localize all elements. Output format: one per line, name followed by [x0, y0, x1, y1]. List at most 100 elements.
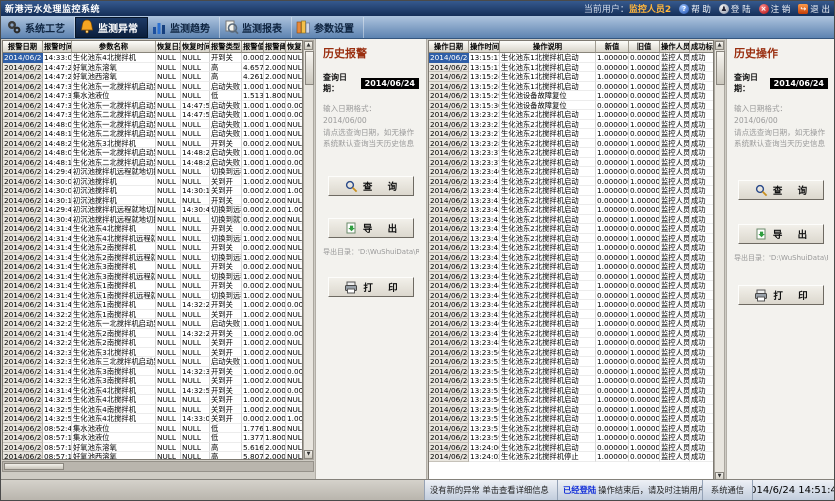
- table-cell[interactable]: 1.000000: [629, 253, 660, 263]
- table-row[interactable]: 2014/06/2414:48:25生化池东3北搅拌机NULLNULL开到关0.…: [3, 139, 302, 149]
- table-cell[interactable]: 生化池东4北搅拌机: [72, 386, 156, 396]
- table-cell[interactable]: 成功: [690, 253, 714, 263]
- table-row[interactable]: 2014/06/2413:23:41生化池东2北搅拌机启动0.0000001.0…: [429, 177, 713, 187]
- table-row[interactable]: 2014/06/2414:31:45生化池东2南搅拌机远程就地切换NULLNUL…: [3, 253, 302, 263]
- table-row[interactable]: 2014/06/2413:23:43生化池东2北搅拌机启动1.0000000.0…: [429, 262, 713, 272]
- table-cell[interactable]: 成功: [690, 243, 714, 253]
- table-cell[interactable]: 0.000000: [596, 120, 629, 130]
- table-row[interactable]: 2014/06/2413:23:56生化池东2北搅拌机启动1.0000000.0…: [429, 395, 713, 405]
- table-row[interactable]: 2014/06/2413:23:43生化池东2北搅拌机启动1.0000000.0…: [429, 243, 713, 253]
- table-row[interactable]: 2014/06/2414:32:35生化池东3南搅拌机NULLNULL关到开1.…: [3, 376, 302, 386]
- tab-parameter-settings[interactable]: 参数设置: [292, 17, 364, 38]
- table-cell[interactable]: 0.000000: [596, 443, 629, 453]
- table-cell[interactable]: 生化池东2北搅拌机启动: [500, 414, 596, 424]
- table-cell[interactable]: 2014/06/24: [429, 63, 469, 73]
- table-cell[interactable]: 2014/06/24: [3, 205, 43, 215]
- table-cell[interactable]: 2014/06/24: [3, 433, 43, 443]
- table-cell[interactable]: 1.0000: [242, 272, 264, 282]
- table-cell[interactable]: 监控人员: [660, 433, 690, 443]
- table-cell[interactable]: 生化池东2北搅拌机启动: [500, 158, 596, 168]
- query-button[interactable]: 查 询: [328, 176, 414, 196]
- table-cell[interactable]: NULL: [156, 367, 181, 377]
- table-cell[interactable]: 2.0000: [264, 167, 286, 177]
- table-cell[interactable]: 生化池东二北搅拌机启动异常: [72, 158, 156, 168]
- table-cell[interactable]: 1.000000: [596, 281, 629, 291]
- table-cell[interactable]: NULL: [286, 120, 303, 130]
- table-cell[interactable]: 2014/06/24: [429, 129, 469, 139]
- table-cell[interactable]: 监控人员: [660, 72, 690, 82]
- table-cell[interactable]: 0.000000: [629, 167, 660, 177]
- table-cell[interactable]: 生化池东4北搅拌机远程就地切换: [72, 234, 156, 244]
- table-row[interactable]: 2014/06/2413:23:50生化池东2北搅拌机启动0.0000001.0…: [429, 348, 713, 358]
- table-cell[interactable]: 关到开: [210, 395, 242, 405]
- table-row[interactable]: 2014/06/2414:30:08初沉池搅拌机NULLNULL关到开1.000…: [3, 177, 302, 187]
- table-cell[interactable]: 监控人员: [660, 376, 690, 386]
- table-cell[interactable]: NULL: [181, 234, 210, 244]
- table-cell[interactable]: NULL: [286, 139, 303, 149]
- table-cell[interactable]: 生化池东2北搅拌机启动: [500, 120, 596, 130]
- table-cell[interactable]: 生化池东2北搅拌机启动: [500, 357, 596, 367]
- table-cell[interactable]: 13:23:43: [469, 196, 500, 206]
- table-cell[interactable]: 生化池东2北搅拌机启动: [500, 424, 596, 434]
- logout-button[interactable]: ×注 销: [759, 3, 791, 15]
- table-cell[interactable]: NULL: [156, 63, 181, 73]
- table-cell[interactable]: 2.0000: [264, 348, 286, 358]
- table-cell[interactable]: 生化池东1北搅拌机启动: [500, 53, 596, 63]
- table-cell[interactable]: 启动失败: [210, 319, 242, 329]
- table-cell[interactable]: 监控人员: [660, 120, 690, 130]
- table-row[interactable]: 2014/06/2414:29:41初沉池搅拌机远程就地切换NULL14:30:…: [3, 205, 302, 215]
- table-cell[interactable]: 2014/06/24: [3, 167, 43, 177]
- table-cell[interactable]: 2014/06/24: [3, 234, 43, 244]
- table-cell[interactable]: 生化池东2北搅拌机启动: [500, 243, 596, 253]
- table-cell[interactable]: 2014/06/24: [3, 310, 43, 320]
- table-cell[interactable]: 13:23:42: [469, 186, 500, 196]
- table-cell[interactable]: NULL: [286, 82, 303, 92]
- table-cell[interactable]: NULL: [286, 243, 303, 253]
- table-cell[interactable]: 0.000000: [596, 196, 629, 206]
- tab-monitor-report[interactable]: 监测报表: [220, 17, 292, 38]
- table-cell[interactable]: 成功: [690, 72, 714, 82]
- table-cell[interactable]: NULL: [156, 148, 181, 158]
- table-row[interactable]: 2014/06/2413:23:55生化池东2北搅拌机启动1.0000000.0…: [429, 376, 713, 386]
- table-cell[interactable]: 0.0000: [242, 139, 264, 149]
- table-cell[interactable]: 1.000000: [596, 319, 629, 329]
- table-cell[interactable]: 14:32:30: [43, 348, 72, 358]
- table-cell[interactable]: 0.000000: [596, 234, 629, 244]
- table-cell[interactable]: 开到关: [210, 367, 242, 377]
- table-cell[interactable]: 0.000000: [629, 300, 660, 310]
- table-row[interactable]: 2014/06/2413:23:54生化池东2北搅拌机启动0.0000001.0…: [429, 367, 713, 377]
- table-cell[interactable]: NULL: [156, 443, 181, 453]
- table-cell[interactable]: 关到开: [210, 414, 242, 424]
- table-cell[interactable]: 2014/06/24: [3, 120, 43, 130]
- table-row[interactable]: 2014/06/2413:23:57生化池东2北搅拌机启动0.0000001.0…: [429, 424, 713, 434]
- table-cell[interactable]: 监控人员: [660, 310, 690, 320]
- table-cell[interactable]: 1.000000: [629, 367, 660, 377]
- table-cell[interactable]: 2014/06/24: [3, 414, 43, 424]
- table-cell[interactable]: 高: [210, 63, 242, 73]
- query-button[interactable]: 查 询: [738, 180, 824, 200]
- table-cell[interactable]: 1.0000: [264, 101, 286, 111]
- table-cell[interactable]: NULL: [156, 82, 181, 92]
- table-cell[interactable]: 1.000000: [629, 101, 660, 111]
- table-cell[interactable]: 2014/06/24: [3, 186, 43, 196]
- table-cell[interactable]: 0.000000: [629, 224, 660, 234]
- table-cell[interactable]: 1.000000: [596, 148, 629, 158]
- column-header[interactable]: 操作日期: [429, 41, 469, 53]
- table-row[interactable]: 2014/06/2413:15:17生化池东1北搅拌机启动0.0000001.0…: [429, 63, 713, 73]
- table-cell[interactable]: 成功: [690, 196, 714, 206]
- table-cell[interactable]: NULL: [156, 386, 181, 396]
- table-cell[interactable]: 14:32:58: [43, 414, 72, 424]
- table-cell[interactable]: 生化池东1南搅拌机远程就地切换: [72, 291, 156, 301]
- table-cell[interactable]: NULL: [156, 158, 181, 168]
- table-row[interactable]: 2014/06/2413:23:44生化池东2北搅拌机启动1.0000000.0…: [429, 300, 713, 310]
- scroll-up-arrow[interactable]: ▲: [304, 41, 313, 50]
- table-cell[interactable]: 14:32:28: [181, 329, 210, 339]
- table-cell[interactable]: 14:31:45: [43, 272, 72, 282]
- table-cell[interactable]: 1.0000: [264, 158, 286, 168]
- table-cell[interactable]: 生化池东2北搅拌机启动: [500, 329, 596, 339]
- table-cell[interactable]: NULL: [181, 53, 210, 63]
- table-cell[interactable]: 2014/06/24: [429, 414, 469, 424]
- table-cell[interactable]: 2014/06/24: [3, 72, 43, 82]
- table-row[interactable]: 2014/06/2414:32:30生化池东3北搅拌机NULLNULL关到开1.…: [3, 348, 302, 358]
- table-cell[interactable]: 成功: [690, 129, 714, 139]
